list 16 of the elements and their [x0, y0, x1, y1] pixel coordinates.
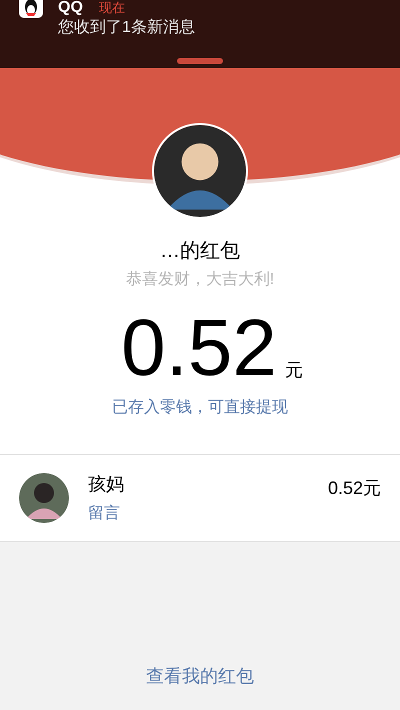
receiver-name: 孩妈 [88, 472, 125, 496]
notification-time: 现在 [98, 0, 125, 16]
greeting: 恭喜发财，大吉大利! [126, 270, 274, 290]
currency-unit: 元 [284, 359, 303, 382]
received-amount: 0.52元 [328, 477, 381, 500]
penguin-icon [19, 0, 43, 18]
message-link[interactable]: 留言 [88, 502, 328, 526]
receiver-avatar [19, 473, 69, 523]
balance-link[interactable]: 已存入零钱，可直接提现 [112, 396, 288, 420]
packet-title: …的红包 [160, 239, 240, 264]
drag-handle[interactable] [177, 58, 223, 64]
notification-message: 您收到了1条新消息 [58, 18, 195, 38]
app-name: QQ [58, 0, 83, 18]
amount: 0.52 [121, 308, 277, 388]
my-packets-link[interactable]: 查看我的红包 [146, 663, 254, 690]
notification-banner[interactable]: QQ 现在 您收到了1条新消息 [0, 0, 400, 68]
